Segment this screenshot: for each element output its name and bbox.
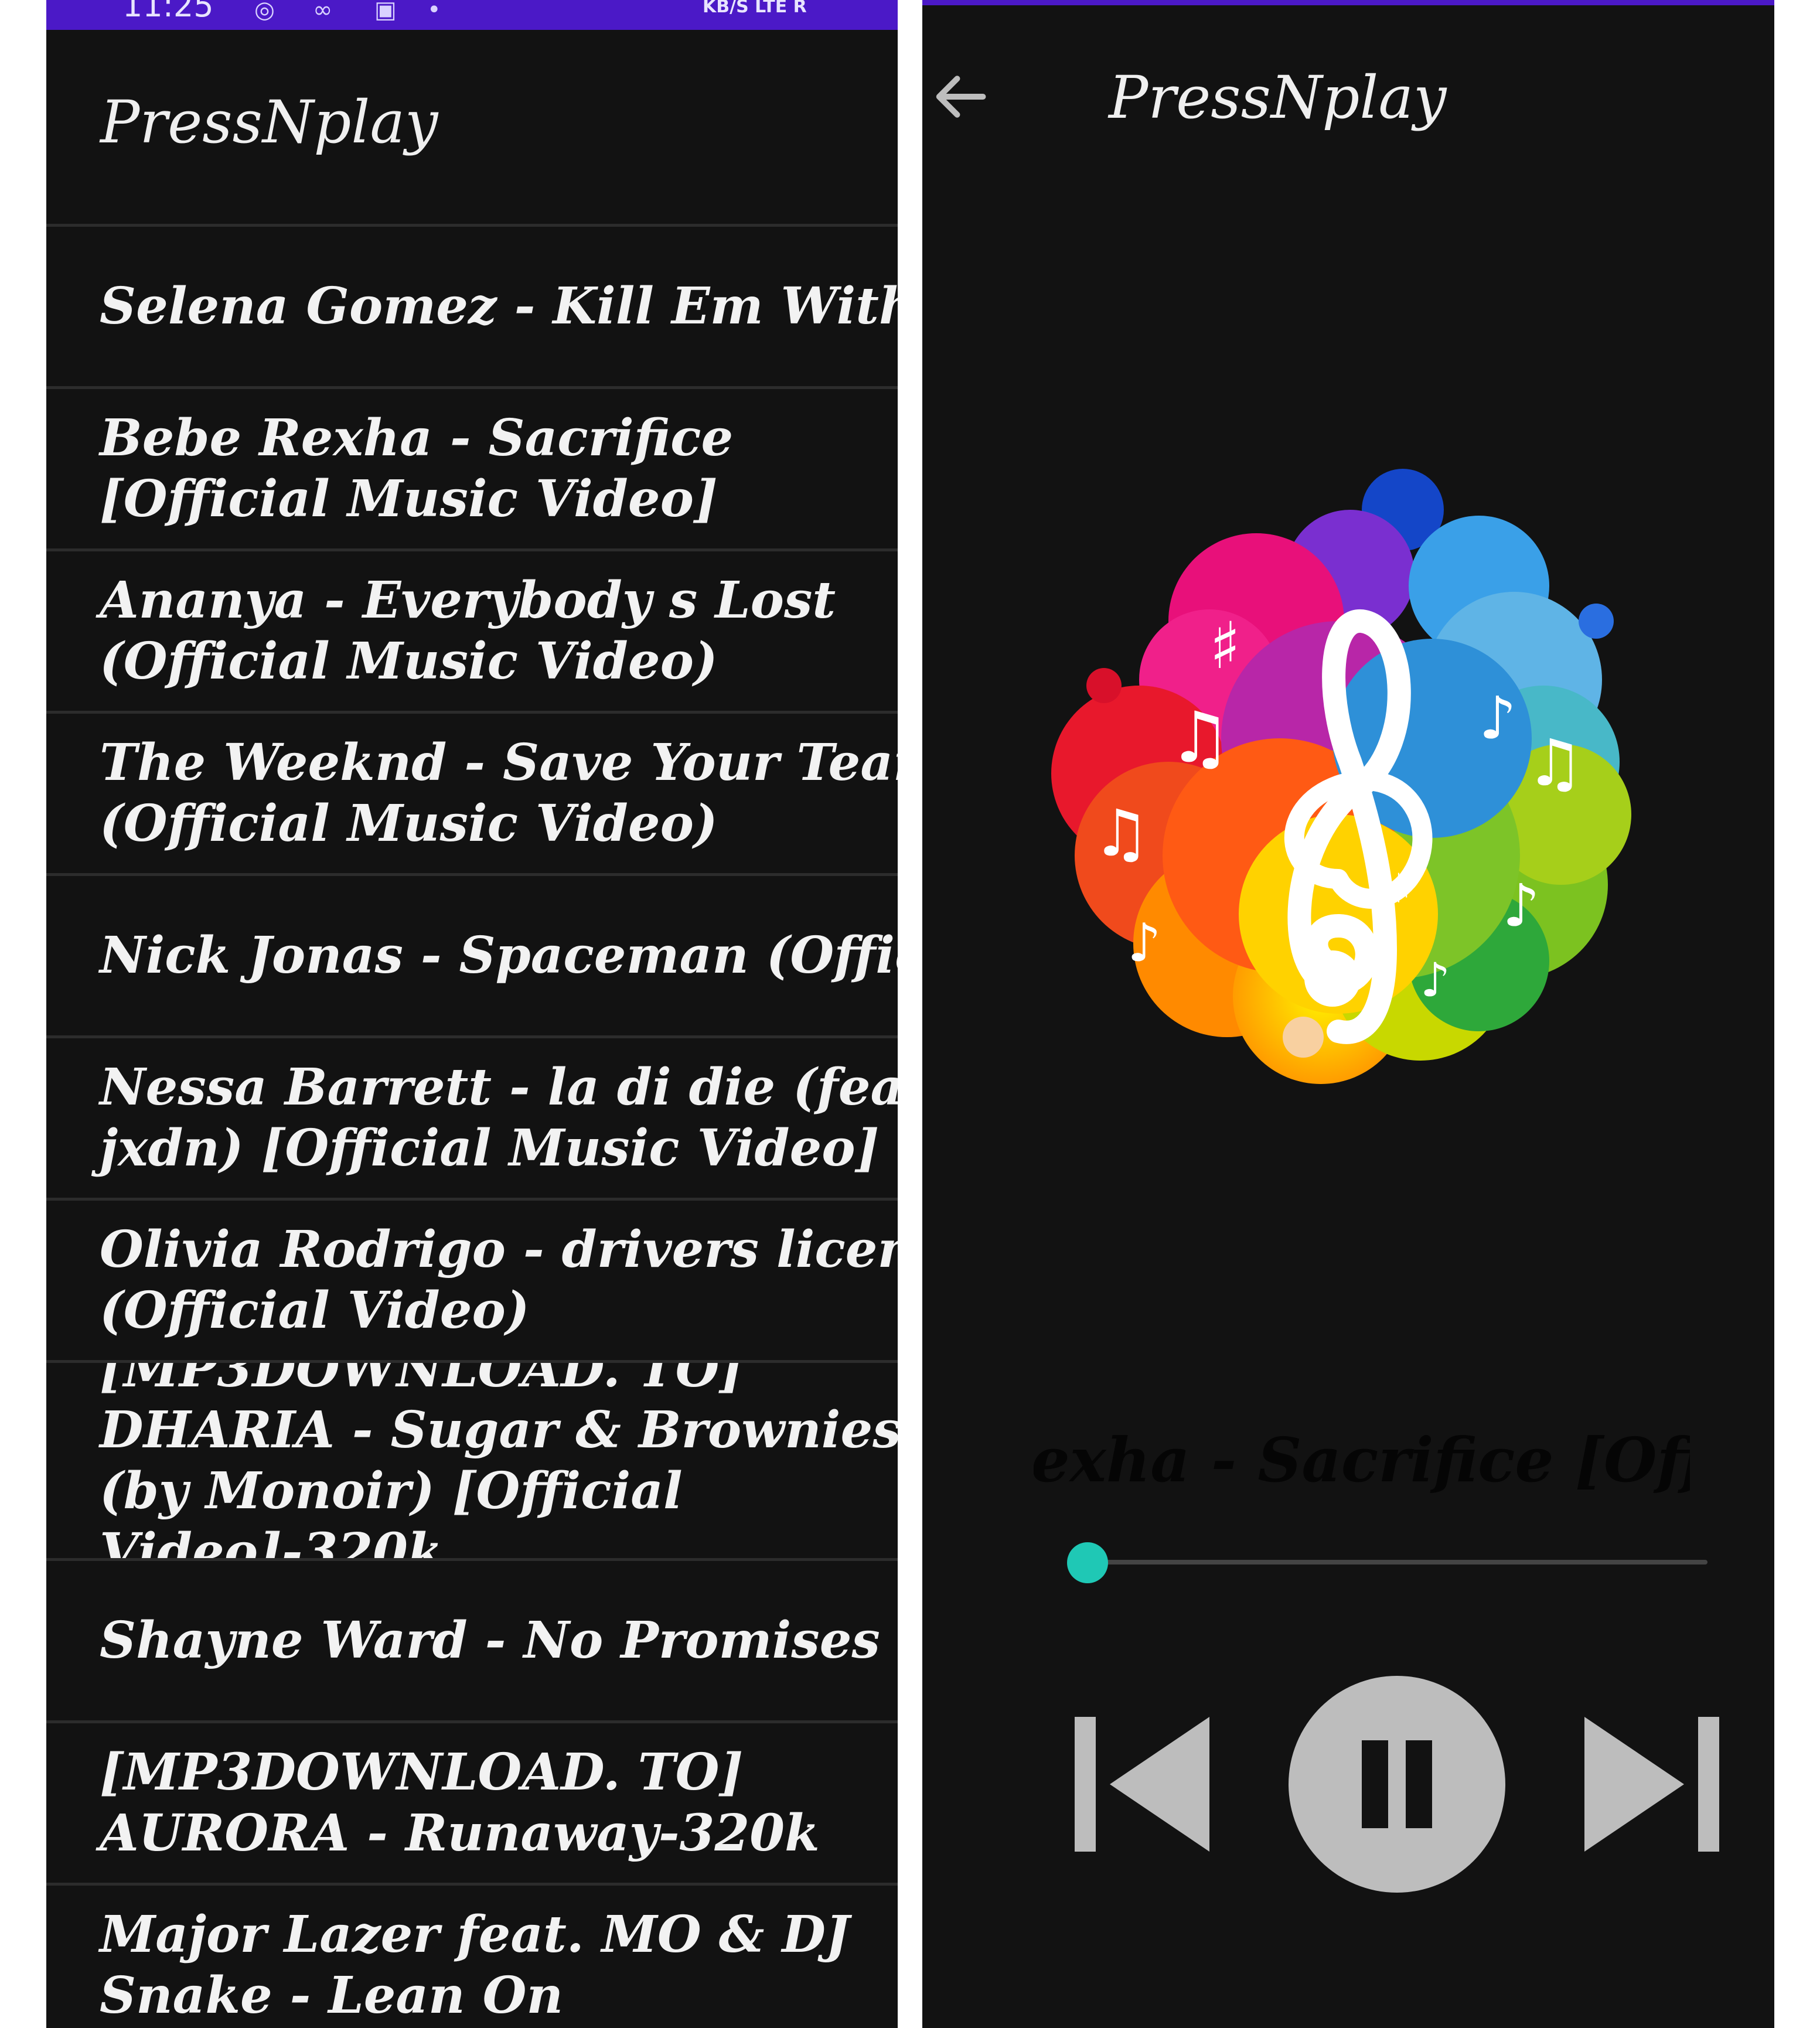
song-title: Olivia Rodrigo - drivers license (Offici… — [100, 1220, 898, 1340]
list-item[interactable]: Major Lazer feat. MO & DJ Snake - Lean O… — [46, 1883, 898, 2028]
skip-previous-icon[interactable] — [1075, 1717, 1209, 1852]
song-title: [MP3DOWNLOAD. TO] DHARIA - Sugar & Brown… — [100, 1360, 898, 1558]
seek-thumb[interactable] — [1067, 1542, 1108, 1583]
song-list-screen: 11:25 ◎ ∞ ▣ • KB/S LTE R PressNplay Sele… — [46, 0, 898, 2028]
arrow-left-icon[interactable] — [928, 64, 993, 129]
song-list: Selena Gomez - Kill Em With Kindness Beb… — [46, 224, 898, 2028]
status-bar-strip — [922, 0, 1774, 5]
list-item[interactable]: Ananya - Everybody s Lost (Official Musi… — [46, 548, 898, 711]
svg-text:♫: ♫ — [1092, 796, 1150, 871]
svg-text:♪: ♪ — [1502, 871, 1540, 940]
song-title: Selena Gomez - Kill Em With Kindness — [100, 277, 898, 336]
pause-icon[interactable] — [1289, 1676, 1505, 1893]
dot-icon: • — [427, 0, 441, 23]
list-item[interactable]: [MP3DOWNLOAD. TO] AURORA - Runaway-320k — [46, 1720, 898, 1883]
svg-text:♪: ♪ — [1420, 953, 1450, 1007]
list-item[interactable]: [MP3DOWNLOAD. TO] DHARIA - Sugar & Brown… — [46, 1360, 898, 1558]
list-item[interactable]: Olivia Rodrigo - drivers license (Offici… — [46, 1198, 898, 1360]
skip-next-icon[interactable] — [1584, 1717, 1719, 1852]
svg-text:♫: ♫ — [1168, 697, 1232, 779]
album-art-image: ♯ ♫ ♫ ♪ ♫ ♪ ♪ ♯ ♪ — [1051, 469, 1631, 1084]
player-screen: PressNplay ♯ ♫ ♫ ♪ ♫ ♪ ♪ ♯ ♪ exha - Sacr… — [922, 0, 1774, 2028]
list-item[interactable]: The Weeknd - Save Your Tears (Official M… — [46, 711, 898, 873]
app-title: PressNplay — [1109, 63, 1447, 132]
infinity-icon: ∞ — [313, 0, 333, 23]
list-item[interactable]: Nick Jonas - Spaceman (Official Audio) — [46, 873, 898, 1035]
status-time: 11:25 — [122, 0, 214, 24]
whatsapp-icon: ◎ — [254, 0, 275, 23]
app-title: PressNplay — [100, 88, 438, 156]
song-title: [MP3DOWNLOAD. TO] AURORA - Runaway-320k — [100, 1743, 820, 1863]
list-item[interactable]: Nessa Barrett - la di die (feat. jxdn) [… — [46, 1035, 898, 1198]
svg-text:♯: ♯ — [1209, 608, 1240, 683]
song-title: Nessa Barrett - la di die (feat. jxdn) [… — [100, 1058, 898, 1178]
list-item[interactable]: Bebe Rexha - Sacrifice [Official Music V… — [46, 386, 898, 548]
svg-text:♫: ♫ — [1526, 725, 1584, 800]
song-title: Nick Jonas - Spaceman (Official Audio) — [100, 926, 898, 985]
svg-text:♯: ♯ — [1391, 859, 1414, 914]
song-title: Ananya - Everybody s Lost (Official Musi… — [100, 571, 836, 691]
list-item[interactable]: Selena Gomez - Kill Em With Kindness — [46, 224, 898, 386]
seek-bar[interactable] — [1086, 1560, 1707, 1565]
list-item[interactable]: Shayne Ward - No Promises — [46, 1558, 898, 1720]
gallery-icon: ▣ — [374, 0, 397, 23]
svg-text:♪: ♪ — [1479, 684, 1516, 752]
svg-text:♪: ♪ — [1127, 912, 1161, 974]
status-network: KB/S LTE R — [703, 0, 807, 17]
now-playing-title: Bebe Rexha - Sacrifice [Official Music V… — [1034, 1424, 1690, 1496]
song-title: Major Lazer feat. MO & DJ Snake - Lean O… — [100, 1905, 850, 2025]
song-title: Shayne Ward - No Promises — [100, 1611, 880, 1670]
status-bar: 11:25 ◎ ∞ ▣ • KB/S LTE R — [46, 0, 898, 30]
song-title: The Weeknd - Save Your Tears (Official M… — [100, 733, 898, 853]
song-title: Bebe Rexha - Sacrifice [Official Music V… — [100, 408, 734, 529]
